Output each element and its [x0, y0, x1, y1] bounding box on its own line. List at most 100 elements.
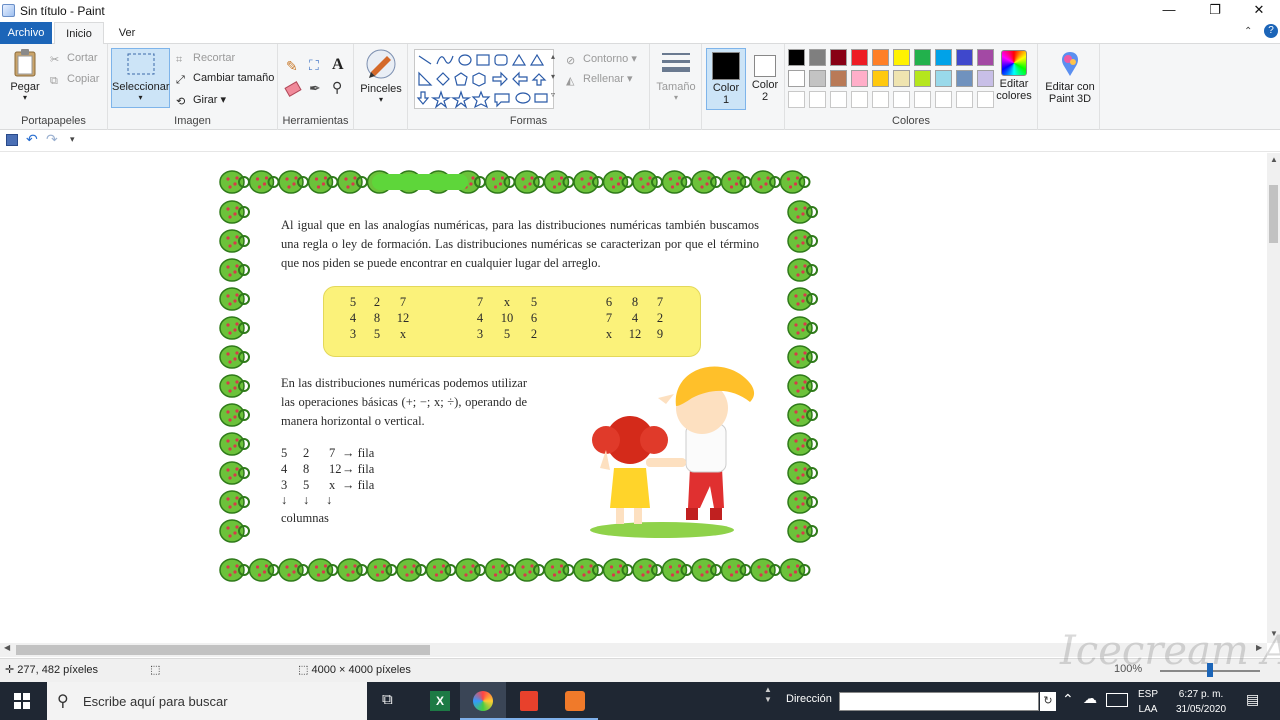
- palette-custom-swatch[interactable]: [851, 91, 868, 108]
- horizontal-scroll-thumb[interactable]: [16, 645, 430, 655]
- palette-swatch[interactable]: [872, 70, 889, 87]
- task-view-icon[interactable]: ⧉: [382, 691, 393, 708]
- palette-swatch[interactable]: [893, 49, 910, 66]
- address-go-icon[interactable]: ↻: [1040, 692, 1056, 711]
- outline-button[interactable]: ⊘ Contorno ▾: [566, 52, 637, 67]
- palette-swatch[interactable]: [935, 70, 952, 87]
- keyboard-icon[interactable]: [1106, 693, 1128, 707]
- palette-swatch[interactable]: [851, 49, 868, 66]
- windows-start-icon[interactable]: [14, 693, 30, 712]
- collapse-ribbon-icon[interactable]: ⌃: [1244, 26, 1252, 37]
- brushes-dropdown-icon[interactable]: ▾: [358, 95, 404, 104]
- palette-swatch[interactable]: [830, 70, 847, 87]
- color-picker-icon[interactable]: ✒: [309, 80, 321, 97]
- ribbon-tabs: Archivo Inicio Ver ⌃ ?: [0, 22, 1280, 44]
- magnifier-icon[interactable]: ⚲: [332, 79, 342, 96]
- select-button[interactable]: Seleccionar ▾: [111, 48, 170, 108]
- pencil-icon[interactable]: ✎: [286, 58, 298, 75]
- address-input[interactable]: [839, 692, 1039, 711]
- shapes-scroll-down-icon[interactable]: ▾: [551, 72, 555, 81]
- save-icon[interactable]: [6, 134, 18, 146]
- scroll-up-icon[interactable]: ▲: [1270, 155, 1278, 164]
- resize-button[interactable]: ⤢ Cambiar tamaño: [176, 72, 274, 87]
- palette-swatch[interactable]: [956, 70, 973, 87]
- palette-swatch[interactable]: [830, 49, 847, 66]
- cup-ornament: [691, 558, 722, 582]
- palette-swatch[interactable]: [809, 49, 826, 66]
- taskbar-search[interactable]: ⚲ Escribe aquí para buscar: [47, 682, 367, 720]
- palette-custom-swatch[interactable]: [809, 91, 826, 108]
- palette-custom-swatch[interactable]: [935, 91, 952, 108]
- color1-button[interactable]: Color 1: [706, 48, 746, 110]
- undo-icon[interactable]: ↶: [26, 131, 38, 148]
- palette-swatch[interactable]: [893, 70, 910, 87]
- brushes-label: Pinceles: [360, 83, 402, 95]
- cup-ornament: [787, 229, 818, 253]
- vertical-scroll-thumb[interactable]: [1269, 185, 1278, 243]
- fill-bucket-icon[interactable]: ⛶: [309, 57, 319, 74]
- palette-swatch[interactable]: [935, 49, 952, 66]
- palette-custom-swatch[interactable]: [893, 91, 910, 108]
- fill-button[interactable]: ◭ Rellenar ▾: [566, 72, 633, 87]
- toolbar-scroll-icon[interactable]: ▲ ▼: [764, 685, 772, 705]
- edit-colors-button[interactable]: Editar colores: [991, 50, 1037, 102]
- rotate-button[interactable]: ⟲ Girar ▾: [176, 93, 226, 108]
- tab-archivo[interactable]: Archivo: [0, 22, 52, 44]
- palette-swatch[interactable]: [956, 49, 973, 66]
- tab-inicio[interactable]: Inicio: [54, 22, 104, 44]
- palette-custom-swatch[interactable]: [956, 91, 973, 108]
- paint-taskbar-icon[interactable]: [460, 682, 506, 720]
- redo-icon[interactable]: ↷: [46, 131, 58, 148]
- cup-ornament: [787, 345, 818, 369]
- palette-swatch[interactable]: [914, 70, 931, 87]
- palette-swatch[interactable]: [809, 70, 826, 87]
- crop-button[interactable]: ⌗ Recortar: [176, 52, 235, 67]
- paste-button[interactable]: Pegar ▾: [6, 48, 44, 102]
- line-size-icon: [662, 53, 690, 72]
- paint3d-button[interactable]: Editar con Paint 3D: [1042, 50, 1098, 105]
- palette-custom-swatch[interactable]: [914, 91, 931, 108]
- scroll-left-icon[interactable]: ◀: [4, 643, 10, 652]
- cup-ornament: [219, 490, 250, 514]
- language-indicator[interactable]: ESP LAA: [1138, 687, 1158, 717]
- excel-taskbar-icon[interactable]: X: [420, 682, 460, 720]
- notifications-icon[interactable]: ▤: [1246, 691, 1259, 708]
- grid-cell: 6: [530, 311, 538, 325]
- clock[interactable]: 6:27 p. m. 31/05/2020: [1170, 687, 1232, 717]
- shapes-gallery[interactable]: [414, 49, 554, 109]
- cup-ornament: [514, 170, 545, 194]
- paste-dropdown-icon[interactable]: ▾: [6, 93, 44, 102]
- size-button[interactable]: Tamaño ▾: [656, 50, 696, 102]
- onedrive-icon[interactable]: ☁: [1083, 690, 1097, 707]
- shapes-scroll-up-icon[interactable]: ▴: [551, 52, 555, 61]
- children-illustration: [590, 366, 755, 538]
- color2-button[interactable]: Color 2: [746, 48, 784, 110]
- group-paint3d: Editar con Paint 3D: [1038, 44, 1100, 130]
- palette-swatch[interactable]: [851, 70, 868, 87]
- minimize-button[interactable]: —: [1146, 0, 1192, 22]
- palette-swatch[interactable]: [788, 49, 805, 66]
- palette-swatch[interactable]: [788, 70, 805, 87]
- pdf-taskbar-icon[interactable]: [506, 682, 552, 720]
- customize-qat-icon[interactable]: ▾: [70, 134, 75, 145]
- restore-button[interactable]: ❐: [1192, 0, 1238, 22]
- shapes-more-icon[interactable]: ▿: [551, 90, 555, 99]
- recorder-taskbar-icon[interactable]: [552, 682, 598, 720]
- select-dropdown-icon[interactable]: ▾: [112, 93, 169, 102]
- close-button[interactable]: ✕: [1236, 0, 1280, 22]
- example-cell: 5: [303, 478, 310, 492]
- brushes-button[interactable]: Pinceles ▾: [358, 48, 404, 104]
- text-tool-icon[interactable]: A: [332, 56, 344, 74]
- vertical-scrollbar[interactable]: ▲ ▼: [1267, 153, 1280, 643]
- palette-swatch[interactable]: [872, 49, 889, 66]
- cut-button[interactable]: ✂ Cortar: [50, 52, 98, 66]
- palette-custom-swatch[interactable]: [872, 91, 889, 108]
- copy-button[interactable]: ⧉ Copiar: [50, 73, 99, 88]
- eraser-icon[interactable]: [284, 81, 302, 97]
- palette-swatch[interactable]: [914, 49, 931, 66]
- help-icon[interactable]: ?: [1264, 24, 1278, 38]
- show-hidden-icons[interactable]: ⌃: [1062, 691, 1074, 708]
- palette-custom-swatch[interactable]: [830, 91, 847, 108]
- palette-custom-swatch[interactable]: [788, 91, 805, 108]
- tab-ver[interactable]: Ver: [108, 22, 146, 44]
